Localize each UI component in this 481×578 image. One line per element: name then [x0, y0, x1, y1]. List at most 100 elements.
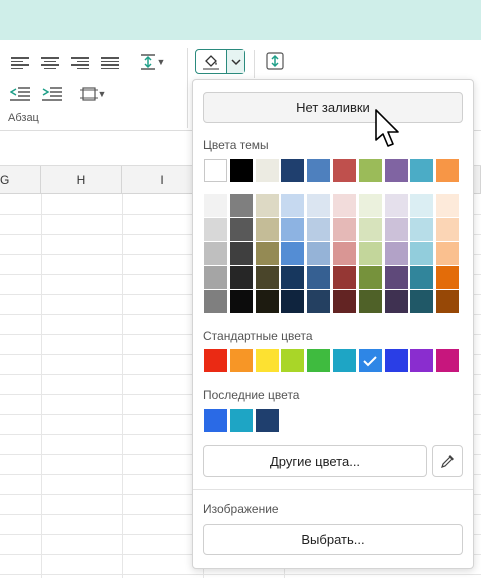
- theme-shade-swatch[interactable]: [410, 218, 434, 241]
- justify-button[interactable]: [100, 55, 120, 71]
- theme-color-swatch[interactable]: [410, 159, 434, 182]
- column-header-g[interactable]: G: [0, 166, 41, 194]
- theme-shade-swatch[interactable]: [384, 266, 408, 289]
- theme-color-swatch[interactable]: [307, 159, 331, 182]
- theme-colors-label: Цвета темы: [203, 138, 269, 152]
- theme-color-swatch[interactable]: [281, 159, 305, 182]
- theme-shade-swatch[interactable]: [255, 242, 279, 265]
- theme-shade-swatch[interactable]: [358, 290, 382, 313]
- theme-shade-swatch[interactable]: [229, 266, 253, 289]
- align-right-button[interactable]: [70, 55, 90, 71]
- chevron-down-icon: [231, 58, 241, 65]
- standard-color-swatch[interactable]: [333, 349, 356, 372]
- vertical-align-button[interactable]: [265, 52, 285, 70]
- fill-bucket-button[interactable]: [196, 50, 228, 73]
- theme-shade-swatch[interactable]: [281, 194, 305, 217]
- theme-shade-swatch[interactable]: [358, 218, 382, 241]
- theme-shade-swatch[interactable]: [333, 290, 356, 313]
- theme-shade-swatch[interactable]: [358, 242, 382, 265]
- no-fill-button[interactable]: Нет заливки: [203, 92, 463, 123]
- theme-shade-swatch[interactable]: [204, 242, 227, 265]
- theme-shade-swatch[interactable]: [410, 266, 434, 289]
- theme-shade-swatch[interactable]: [281, 218, 305, 241]
- theme-shade-swatch[interactable]: [358, 266, 382, 289]
- standard-color-swatch[interactable]: [384, 349, 408, 372]
- theme-color-swatch[interactable]: [255, 159, 279, 182]
- theme-shade-swatch[interactable]: [333, 218, 356, 241]
- increase-indent-button[interactable]: [42, 86, 62, 102]
- align-center-button[interactable]: [40, 55, 60, 71]
- theme-shade-swatch[interactable]: [436, 242, 460, 265]
- standard-color-swatch[interactable]: [436, 349, 460, 372]
- theme-shade-swatch[interactable]: [204, 290, 227, 313]
- theme-shade-swatch[interactable]: [255, 290, 279, 313]
- line-spacing-button[interactable]: ▼: [134, 54, 170, 70]
- theme-shade-swatch[interactable]: [384, 194, 408, 217]
- recent-color-swatch[interactable]: [204, 409, 227, 432]
- theme-shade-swatch[interactable]: [255, 218, 279, 241]
- standard-color-swatch[interactable]: [281, 349, 305, 372]
- theme-shade-swatch[interactable]: [436, 266, 460, 289]
- theme-color-swatch[interactable]: [229, 159, 253, 182]
- standard-color-swatch[interactable]: [255, 349, 279, 372]
- theme-color-swatch[interactable]: [436, 159, 460, 182]
- standard-color-swatch[interactable]: [410, 349, 434, 372]
- theme-shade-swatch[interactable]: [229, 242, 253, 265]
- fill-color-menu: Нет заливки Цвета темы Стандартные цвета…: [192, 79, 474, 569]
- theme-shade-swatch[interactable]: [307, 194, 331, 217]
- theme-shade-swatch[interactable]: [204, 266, 227, 289]
- cell-margins-button[interactable]: ▼: [74, 86, 112, 102]
- more-colors-button[interactable]: Другие цвета...: [203, 445, 427, 477]
- justify-icon: [101, 57, 119, 69]
- theme-shade-swatch[interactable]: [410, 242, 434, 265]
- theme-color-swatch[interactable]: [384, 159, 408, 182]
- align-left-button[interactable]: [10, 55, 30, 71]
- theme-shade-swatch[interactable]: [436, 194, 460, 217]
- recent-color-swatch[interactable]: [229, 409, 253, 432]
- decrease-indent-button[interactable]: [10, 86, 30, 102]
- theme-shade-swatch[interactable]: [204, 218, 227, 241]
- theme-shade-swatch[interactable]: [410, 194, 434, 217]
- theme-shade-swatch[interactable]: [281, 290, 305, 313]
- theme-shade-swatch[interactable]: [307, 266, 331, 289]
- eyedropper-button[interactable]: [432, 445, 463, 477]
- recent-color-swatch[interactable]: [255, 409, 279, 432]
- theme-shade-swatch[interactable]: [436, 290, 460, 313]
- theme-shade-swatch[interactable]: [229, 218, 253, 241]
- theme-shade-swatch[interactable]: [410, 290, 434, 313]
- fill-color-button[interactable]: [195, 49, 245, 74]
- theme-shade-swatch[interactable]: [307, 218, 331, 241]
- theme-shade-swatch[interactable]: [333, 266, 356, 289]
- column-header-i[interactable]: I: [122, 166, 203, 194]
- theme-shade-swatch[interactable]: [281, 242, 305, 265]
- theme-shade-swatch[interactable]: [384, 290, 408, 313]
- theme-shade-swatch[interactable]: [204, 194, 227, 217]
- line-spacing-icon: [140, 54, 155, 70]
- standard-color-swatch[interactable]: [358, 349, 382, 372]
- standard-color-swatch[interactable]: [204, 349, 227, 372]
- ribbon-separator: [254, 50, 255, 78]
- theme-color-swatch[interactable]: [358, 159, 382, 182]
- theme-shade-swatch[interactable]: [333, 194, 356, 217]
- theme-shade-swatch[interactable]: [436, 218, 460, 241]
- theme-shade-swatch[interactable]: [281, 266, 305, 289]
- theme-color-swatch[interactable]: [204, 159, 227, 182]
- recent-colors-label: Последние цвета: [203, 388, 300, 402]
- theme-shade-swatch[interactable]: [358, 194, 382, 217]
- fill-dropdown-toggle[interactable]: [227, 50, 244, 73]
- theme-shade-swatch[interactable]: [384, 218, 408, 241]
- theme-shade-swatch[interactable]: [333, 242, 356, 265]
- theme-shade-swatch[interactable]: [229, 290, 253, 313]
- theme-shade-swatch[interactable]: [255, 194, 279, 217]
- theme-shade-swatch[interactable]: [255, 266, 279, 289]
- theme-shade-swatch[interactable]: [384, 242, 408, 265]
- paragraph-group-label: Абзац: [8, 112, 39, 124]
- standard-color-swatch[interactable]: [229, 349, 253, 372]
- theme-shade-swatch[interactable]: [307, 290, 331, 313]
- column-header-h[interactable]: H: [41, 166, 122, 194]
- theme-shade-swatch[interactable]: [229, 194, 253, 217]
- choose-image-button[interactable]: Выбрать...: [203, 524, 463, 555]
- theme-color-swatch[interactable]: [333, 159, 356, 182]
- theme-shade-swatch[interactable]: [307, 242, 331, 265]
- standard-color-swatch[interactable]: [307, 349, 331, 372]
